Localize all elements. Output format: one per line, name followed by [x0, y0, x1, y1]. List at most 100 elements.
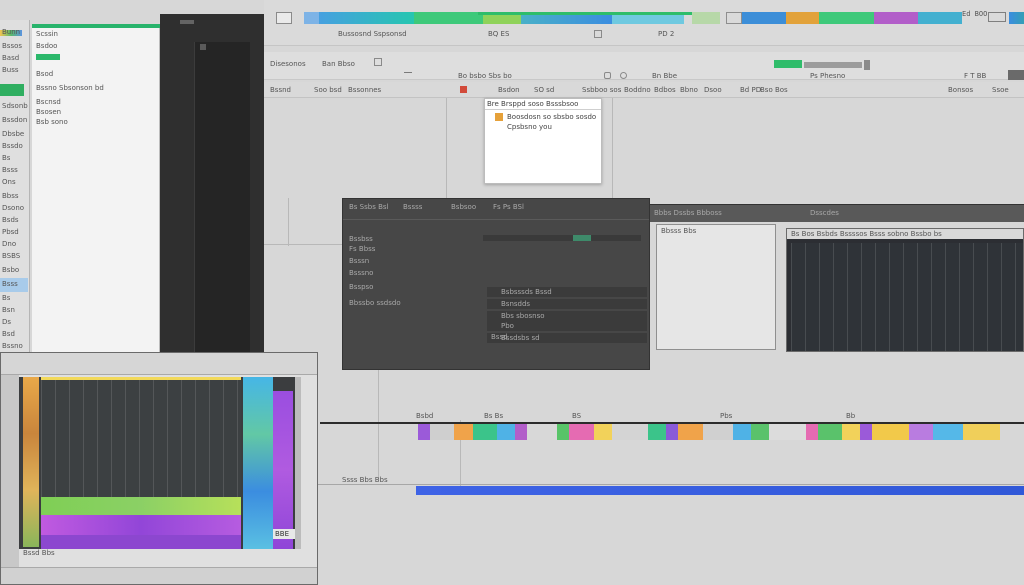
sidebar-line[interactable]: Bs: [2, 294, 10, 302]
dark-toolbar-strip[interactable]: [483, 235, 641, 241]
dark-window-title: Bs Ssbs Bsl: [349, 203, 389, 211]
toolbar-label-2: BQ ES: [488, 30, 510, 38]
right-pane-left-title: Bbsss Bbs: [661, 227, 697, 235]
panel-item[interactable]: Bscnsd: [36, 98, 61, 106]
guide-line: [378, 370, 379, 480]
guide-line: [288, 198, 289, 246]
sidebar-line[interactable]: Bsds: [2, 216, 19, 224]
dark-toolbar-accent: [573, 235, 591, 241]
secondary-dark-box: [1008, 70, 1024, 80]
sidebar-line[interactable]: Ons: [2, 178, 16, 186]
target-icon[interactable]: [620, 72, 627, 79]
tab-item[interactable]: Bbno: [680, 86, 698, 94]
dark-row-label: Bbssbo ssdsdo: [349, 299, 401, 307]
tab-item[interactable]: Bssnd: [270, 86, 291, 94]
sidebar-line[interactable]: Basd: [2, 54, 19, 62]
panel-item[interactable]: Bsosen: [36, 108, 61, 116]
spectrogram-green-band: [41, 497, 241, 515]
panel-item[interactable]: Bsdoo: [36, 42, 57, 50]
dark-window-footer: Bssd: [491, 333, 508, 341]
sidebar-line[interactable]: Bssdo: [2, 142, 23, 150]
tab-item[interactable]: Ssbboo sos: [582, 86, 621, 94]
tab-item[interactable]: Boddno: [624, 86, 651, 94]
dark-list-row[interactable]: Bsbsssds Bssd: [487, 287, 647, 297]
tab-item[interactable]: Bssonnes: [348, 86, 381, 94]
tab-item[interactable]: SO sd: [534, 86, 554, 94]
sidebar-line[interactable]: Sdsonb: [2, 102, 28, 110]
progress-stripe-3: [1009, 12, 1024, 24]
record-icon[interactable]: [460, 86, 467, 93]
sidebar-line[interactable]: Ds: [2, 318, 11, 326]
sidebar-line[interactable]: Dsono: [2, 204, 24, 212]
toolbar-small-icon[interactable]: [594, 30, 602, 38]
secondary-chevron-icon[interactable]: [404, 72, 412, 76]
bottom-window-titlebar: [1, 353, 317, 375]
tab-item[interactable]: Ssoe: [992, 86, 1009, 94]
sidebar-line[interactable]: Bsd: [2, 330, 15, 338]
sidebar-line[interactable]: Bs: [2, 154, 10, 162]
sidebar-line[interactable]: Bssno: [2, 342, 23, 350]
sidebar-line[interactable]: Bunn: [2, 28, 20, 36]
panel-item[interactable]: Bsod: [36, 70, 53, 78]
status-badge: BBE: [273, 529, 295, 539]
sidebar-line[interactable]: Bbss: [2, 192, 19, 200]
sidebar-line[interactable]: BSBS: [2, 252, 20, 260]
dark-list-row[interactable]: Bbs sbosnso: [487, 311, 647, 321]
sidebar-line[interactable]: Buss: [2, 66, 19, 74]
dark-sidebar-icon[interactable]: [180, 20, 194, 24]
tab-item[interactable]: Dsoo: [704, 86, 722, 94]
dark-row-label: Bsspso: [349, 283, 374, 291]
spectrogram-purple-band: [273, 391, 293, 549]
lock-icon[interactable]: [604, 72, 611, 79]
dark-list-text: Bsbsssds Bssd: [501, 288, 552, 296]
right-pane-chart: [791, 243, 1023, 351]
sidebar-line[interactable]: Pbsd: [2, 228, 19, 236]
tab-item[interactable]: Soo bsd: [314, 86, 342, 94]
dark-list-text: Bsnsdds: [501, 300, 531, 308]
guide-line: [446, 98, 447, 198]
window-icon[interactable]: [276, 12, 292, 24]
panel-green-header: [32, 24, 160, 28]
sidebar-line[interactable]: Dno: [2, 240, 16, 248]
timeline-bottom-label: Ssss Bbs Bbs: [342, 476, 388, 484]
panel-item[interactable]: Bsb sono: [36, 118, 68, 126]
sidebar-line[interactable]: Dbsbe: [2, 130, 24, 138]
tab-item[interactable]: Bdbos: [654, 86, 676, 94]
timeline-clips[interactable]: [418, 424, 1024, 440]
sidebar-green-block: [0, 84, 24, 96]
dark-sidebar-icon[interactable]: [200, 44, 206, 50]
sidebar-line[interactable]: Bsss: [2, 280, 18, 288]
dark-window: Bs Ssbs Bsl Bssss Bsbsoo Fs Ps BSl Bssbs…: [342, 198, 650, 370]
toolbar-chip[interactable]: [692, 12, 720, 24]
slider-track[interactable]: [804, 62, 862, 68]
dark-list-row[interactable]: Pbo: [487, 321, 647, 331]
secondary-box-icon[interactable]: [864, 60, 870, 70]
horizontal-guide: [318, 484, 1024, 485]
tab-item[interactable]: Bsdon: [498, 86, 520, 94]
secondary-icon[interactable]: [374, 58, 382, 66]
bottom-window-scrollbar[interactable]: [295, 377, 301, 549]
spectrogram-blue-band: [243, 377, 273, 549]
dark-list-row[interactable]: Bssdsbs sd: [487, 333, 647, 343]
toolbar-icon-cluster[interactable]: [988, 12, 1006, 22]
toolbar-chip-2[interactable]: [726, 12, 742, 24]
toolbar-text-a: Ed BOO: [962, 10, 988, 18]
dark-list-row[interactable]: Bsnsdds: [487, 299, 647, 309]
panel-item[interactable]: Scssin: [36, 30, 58, 38]
sidebar-line[interactable]: Bsss: [2, 166, 18, 174]
spectrogram-view: [19, 377, 295, 549]
sidebar-line[interactable]: Bssos: [2, 42, 22, 50]
audio-track-bar[interactable]: [416, 486, 1024, 495]
sidebar-line[interactable]: Bsn: [2, 306, 15, 314]
sidebar-line[interactable]: Bssdon: [2, 116, 27, 124]
panel-item[interactable]: Bssno Sbsonson bd: [36, 84, 104, 92]
right-pair-title: Bbbs Dssbs Bbboss: [654, 209, 722, 217]
spectrogram-grid: [41, 377, 241, 497]
tab-item[interactable]: Bso Bos: [760, 86, 788, 94]
spectrogram-violet-band: [41, 535, 241, 549]
tab-item[interactable]: Bonsos: [948, 86, 973, 94]
sidebar-line[interactable]: Bsbo: [2, 266, 19, 274]
tab-item[interactable]: Bd PD: [740, 86, 761, 94]
popup-divider: [485, 109, 601, 110]
secondary-right-b: Ps Phesno: [810, 72, 846, 80]
